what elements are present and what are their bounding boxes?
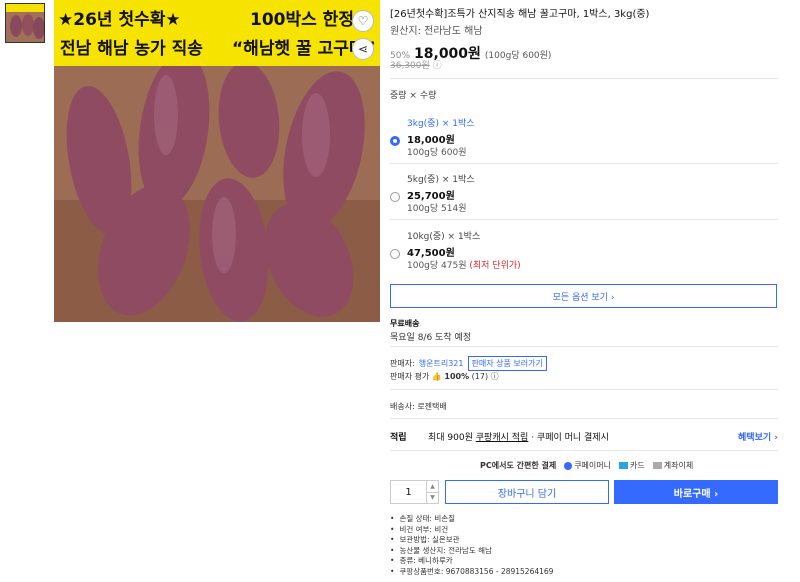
lowest-unit-price-badge: (최저 단위가) (469, 261, 521, 271)
cashback-condition: · 쿠페이 머니 결제시 (531, 433, 609, 443)
info-icon[interactable]: ⓘ (433, 61, 442, 71)
option-name: 10kg(중) × 1박스 (407, 232, 481, 242)
divider (390, 163, 778, 164)
list-item: 쿠팡상품번호: 9670883156 - 28915264169 (390, 567, 553, 578)
payment-card: 카드 (619, 460, 645, 471)
radio-button[interactable] (390, 192, 400, 202)
seller-label: 판매자: (390, 359, 415, 368)
divider (390, 346, 778, 347)
add-to-cart-button[interactable]: 장바구니 담기 (445, 480, 609, 504)
buy-now-button[interactable]: 바로구매 › (614, 480, 778, 504)
list-item: 종류: 베니하루카 (390, 556, 553, 567)
divider (390, 389, 778, 390)
option-unit-price: 100g당 514원 (407, 204, 467, 214)
seller-row: 판매자: 행운트리321 판매자 상품 보러가기 (390, 356, 547, 371)
list-item: 보관방법: 실온보관 (390, 535, 553, 546)
list-item: 농산물 생산지: 전라남도 해남 (390, 546, 553, 557)
thumbnail-banner (6, 4, 44, 12)
rating-count: (17) (471, 372, 489, 381)
seller-name-link[interactable]: 행운트리321 (419, 358, 464, 369)
option-item-10kg[interactable]: 10kg(중) × 1박스 47,500원 100g당 475원 (최저 단위가… (390, 229, 778, 285)
option-name: 3kg(중) × 1박스 (407, 119, 475, 129)
option-label: 중량 × 수량 (390, 91, 437, 101)
coupay-icon (564, 461, 573, 470)
banner-direct-delivery: 전남 해남 농가 직송 (60, 39, 203, 59)
transfer-label: 계좌이체 (663, 461, 694, 470)
seller-products-button[interactable]: 판매자 상품 보러가기 (467, 356, 547, 371)
quantity-arrows: ▲ ▼ (426, 481, 438, 503)
payment-lead: PC에서도 간편한 결제 (480, 461, 557, 470)
benefits-link[interactable]: 혜택보기 › (738, 430, 778, 443)
card-label: 카드 (630, 461, 645, 470)
banner-first-harvest: ★26년 첫수확★ (58, 10, 181, 30)
thumbnail-image (6, 12, 44, 42)
spec-list: 손질 상태: 비손질 비건 여부: 비건 보관방법: 실온보관 농산물 생산지:… (390, 514, 553, 577)
quantity-stepper[interactable]: 1 ▲ ▼ (390, 480, 439, 504)
all-options-button[interactable]: 모든 옵션 보기 › (390, 284, 777, 308)
share-icon[interactable]: ⋖ (352, 38, 374, 60)
option-unit-price: 100g당 600원 (407, 148, 467, 158)
payment-transfer: 계좌이체 (652, 460, 694, 471)
cashback-amount: 최대 900원 (428, 433, 473, 443)
card-icon (619, 462, 628, 469)
free-shipping-label: 무료배송 (390, 319, 420, 328)
seller-rating: 판매자 평가 👍 100% (17) ⓘ (390, 371, 499, 382)
arrival-date: 목요일 8/6 도착 예정 (390, 333, 472, 343)
decrease-icon[interactable]: ▼ (427, 491, 438, 504)
coupang-cash-link[interactable]: 쿠팡캐시 적립 (476, 430, 529, 443)
product-thumbnail[interactable] (5, 3, 45, 43)
product-main-image: ★26년 첫수확★ 100박스 한정 전남 해남 농가 직송 “해남햇 꿀 고구… (54, 0, 380, 322)
cashback-label: 적립 (390, 433, 407, 443)
banner-limited: 100박스 한정 (250, 10, 354, 30)
thumbs-up-icon: 👍 (431, 372, 442, 381)
list-item: 손질 상태: 비손질 (390, 514, 553, 525)
rating-value: 100% (444, 372, 470, 381)
quantity-input[interactable]: 1 (391, 481, 426, 503)
option-price: 47,500원 (407, 248, 455, 259)
info-icon[interactable]: ⓘ (491, 372, 499, 381)
divider (390, 78, 778, 79)
option-price: 18,000원 (407, 135, 455, 146)
rating-label: 판매자 평가 (390, 372, 430, 381)
coupay-label: 쿠페이머니 (574, 461, 611, 470)
option-name: 5kg(중) × 1박스 (407, 175, 475, 185)
heart-icon[interactable]: ♡ (352, 10, 374, 32)
option-unit-price: 100g당 475원 (최저 단위가) (407, 258, 521, 271)
cashback-row: 적립 최대 900원 쿠팡캐시 적립 · 쿠페이 머니 결제시 혜택보기 › (390, 430, 778, 443)
option-price: 25,700원 (407, 191, 455, 202)
unit-price: (100g당 600원) (484, 51, 552, 61)
bank-transfer-icon (652, 462, 662, 469)
divider (390, 219, 778, 220)
list-item: 비건 여부: 비건 (390, 525, 553, 536)
divider (390, 418, 778, 419)
original-price-row: 36,300원 ⓘ (390, 58, 442, 71)
option-unit-price-value: 100g당 475원 (407, 261, 467, 271)
radio-button[interactable] (390, 249, 400, 259)
increase-icon[interactable]: ▲ (427, 481, 438, 492)
divider (390, 450, 778, 451)
delivery-company: 배송사: 로젠택배 (390, 402, 447, 411)
original-price: 36,300원 (390, 61, 430, 71)
product-origin: 원산지: 전라남도 해남 (390, 26, 483, 37)
payment-coupay: 쿠페이머니 (564, 460, 611, 471)
payment-methods: PC에서도 간편한 결제 쿠페이머니 카드 계좌이체 (480, 460, 693, 471)
promo-banner: ★26년 첫수확★ 100박스 한정 전남 해남 농가 직송 “해남햇 꿀 고구… (54, 0, 380, 66)
radio-button[interactable] (390, 136, 400, 146)
product-title: [26년첫수확]조특가 산지직송 해남 꿀고구마, 1박스, 3kg(중) (390, 9, 650, 20)
